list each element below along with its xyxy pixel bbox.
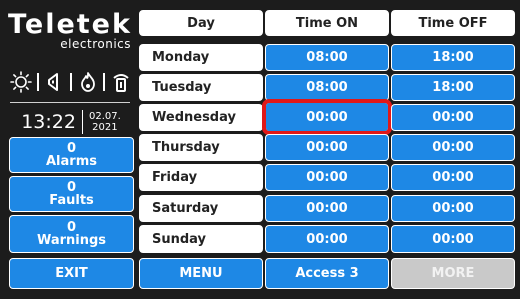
- time-on-thursday[interactable]: 00:00: [265, 134, 389, 161]
- clock: 13:22 02.07. 2021: [8, 110, 134, 134]
- day-cell-friday: Friday: [139, 164, 263, 191]
- warnings-label: Warnings: [36, 233, 107, 248]
- time-off-tuesday[interactable]: 18:00: [391, 74, 515, 101]
- sun-icon: [10, 71, 32, 93]
- icon-separator: [69, 73, 72, 91]
- time-off-wednesday[interactable]: 00:00: [391, 104, 515, 131]
- day-cell-wednesday: Wednesday: [139, 104, 263, 131]
- clock-time: 13:22: [21, 111, 76, 133]
- warnings-button[interactable]: 0 Warnings: [9, 215, 134, 253]
- day-cell-monday: Monday: [139, 44, 263, 71]
- time-off-friday[interactable]: 00:00: [391, 164, 515, 191]
- header-time-off: Time OFF: [391, 10, 515, 36]
- header-day: Day: [139, 10, 263, 36]
- more-button[interactable]: MORE: [391, 258, 515, 289]
- access-level-button[interactable]: Access 3: [265, 258, 389, 289]
- detector-icon: [113, 74, 129, 92]
- time-on-sunday[interactable]: 00:00: [265, 225, 389, 253]
- brand-name: Teletek: [8, 9, 132, 40]
- time-on-tuesday[interactable]: 08:00: [265, 74, 389, 101]
- day-cell-saturday: Saturday: [139, 195, 263, 222]
- faults-label: Faults: [49, 193, 94, 208]
- time-on-wednesday-selected[interactable]: 00:00: [262, 99, 392, 135]
- time-off-sunday[interactable]: 00:00: [391, 225, 515, 253]
- time-on-monday[interactable]: 08:00: [265, 44, 389, 71]
- menu-button[interactable]: MENU: [139, 258, 263, 289]
- alarms-label: Alarms: [46, 154, 97, 169]
- day-cell-thursday: Thursday: [139, 134, 263, 161]
- icon-separator: [103, 73, 106, 91]
- exit-button[interactable]: EXIT: [9, 258, 134, 289]
- time-off-thursday[interactable]: 00:00: [391, 134, 515, 161]
- time-on-saturday[interactable]: 00:00: [265, 195, 389, 222]
- brand-logo: Teletek electronics: [7, 9, 133, 52]
- speaker-icon: [48, 73, 59, 91]
- faults-button[interactable]: 0 Faults: [9, 176, 134, 212]
- status-icons: [10, 71, 132, 93]
- header-time-on: Time ON: [265, 10, 389, 36]
- clock-date-day-month: 02.07.: [88, 111, 121, 122]
- time-off-monday[interactable]: 18:00: [391, 44, 515, 71]
- clock-date: 02.07. 2021: [89, 111, 121, 133]
- time-off-saturday[interactable]: 00:00: [391, 195, 515, 222]
- icon-separator: [36, 73, 39, 91]
- alarms-button[interactable]: 0 Alarms: [9, 137, 134, 173]
- day-cell-tuesday: Tuesday: [139, 74, 263, 101]
- clock-date-year: 2021: [92, 122, 118, 133]
- divider: [10, 102, 130, 103]
- flame-icon: [80, 72, 95, 92]
- day-cell-sunday: Sunday: [139, 225, 263, 253]
- time-on-friday[interactable]: 00:00: [265, 164, 389, 191]
- clock-separator: [81, 110, 83, 134]
